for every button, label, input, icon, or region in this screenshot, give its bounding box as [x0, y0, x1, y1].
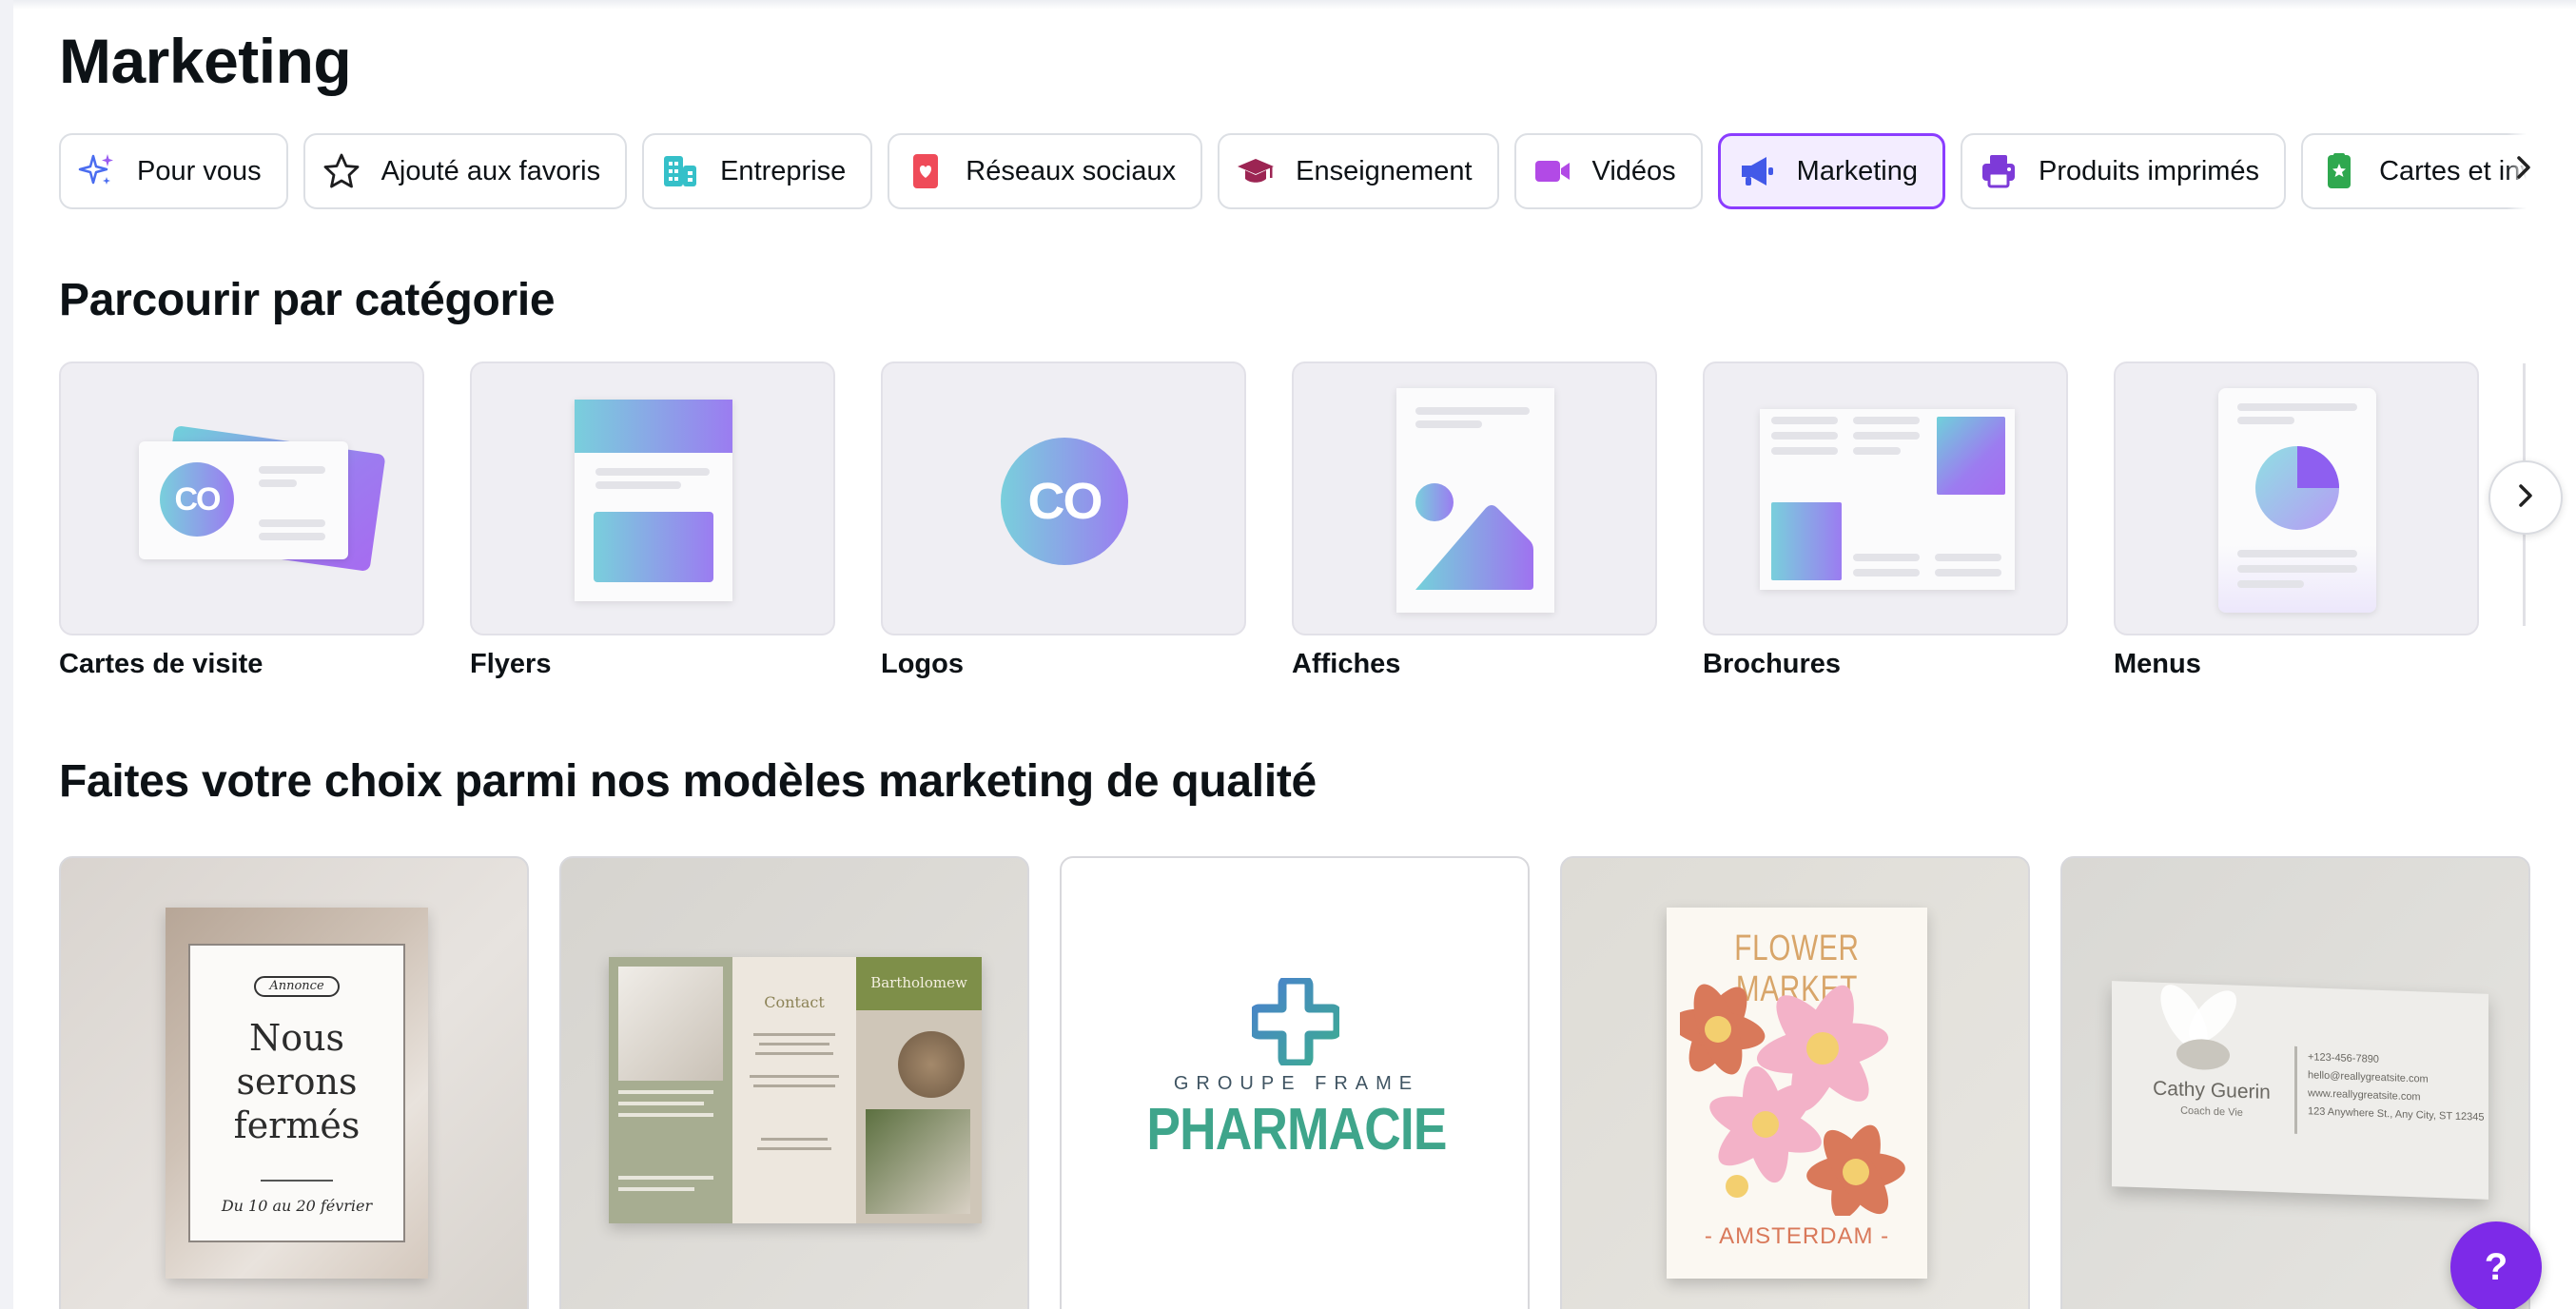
- logo-title: PHARMACIE: [1146, 1097, 1447, 1162]
- tabs-scroll-right-button[interactable]: [2507, 133, 2540, 209]
- medical-cross-icon: [1252, 978, 1339, 1065]
- tab-label: Réseaux sociaux: [966, 155, 1177, 186]
- card-name: Cathy Guerin: [2153, 1077, 2271, 1104]
- logo-mark: CO: [160, 462, 234, 537]
- category-label: Menus: [2114, 649, 2201, 679]
- tab-label: Vidéos: [1591, 155, 1676, 186]
- category-card-menus[interactable]: Menus: [2114, 361, 2479, 680]
- graduation-cap-icon: [1237, 152, 1275, 190]
- tab-cartes-invitations[interactable]: Cartes et invi: [2301, 133, 2532, 209]
- tab-reseaux-sociaux[interactable]: Réseaux sociaux: [888, 133, 1203, 209]
- category-thumbnail: [1703, 361, 2068, 635]
- category-label: Cartes de visite: [59, 649, 263, 679]
- star-icon: [322, 152, 361, 190]
- template-grid: Annonce Nous serons fermés Du 10 au 20 f…: [59, 856, 2532, 1309]
- leaf-logo-icon: [2160, 985, 2237, 1070]
- chevron-right-icon: [2516, 481, 2535, 515]
- category-label: Brochures: [1703, 649, 1842, 679]
- browse-section-title: Parcourir par catégorie: [59, 275, 556, 325]
- video-camera-icon: [1533, 152, 1571, 190]
- category-thumbnail: [1292, 361, 1657, 635]
- category-thumbnail: [470, 361, 835, 635]
- category-carousel: CO Cartes de visite Flyers CO Logos Affi…: [59, 361, 2532, 685]
- category-label: Affiches: [1292, 649, 1401, 679]
- category-label: Logos: [881, 649, 964, 679]
- tab-label: Enseignement: [1296, 155, 1473, 186]
- template-card[interactable]: Contact Bartholomew: [559, 856, 1029, 1309]
- sparkle-icon: [78, 152, 116, 190]
- card-role: Coach de Vie: [2180, 1104, 2243, 1119]
- printer-icon: [1980, 152, 2018, 190]
- tab-enseignement[interactable]: Enseignement: [1218, 133, 1499, 209]
- template-footer-text: Du 10 au 20 février: [221, 1197, 373, 1215]
- tab-favoris[interactable]: Ajouté aux favoris: [302, 133, 628, 209]
- tab-marketing[interactable]: Marketing: [1717, 133, 1945, 209]
- building-icon: [661, 152, 699, 190]
- tab-videos[interactable]: Vidéos: [1513, 133, 1703, 209]
- logo-subtitle: GROUPE FRAME: [1173, 1073, 1420, 1094]
- flower-illustration: [1680, 984, 1905, 1216]
- category-card-cartes-de-visite[interactable]: CO Cartes de visite: [59, 361, 424, 680]
- brochure-name: Bartholomew: [856, 957, 982, 1010]
- megaphone-icon: [1738, 152, 1776, 190]
- category-thumbnail: CO: [881, 361, 1246, 635]
- template-heading-line: serons: [236, 1061, 358, 1103]
- category-tabs: Pour vous Ajouté aux favoris Entreprise …: [59, 133, 2532, 209]
- category-thumbnail: CO: [59, 361, 424, 635]
- template-card[interactable]: FLOWER MARKET - AMSTERDAM -: [1560, 856, 2030, 1309]
- template-badge: Annonce: [254, 976, 340, 997]
- logo-mark: CO: [1001, 438, 1128, 565]
- category-card-flyers[interactable]: Flyers: [470, 361, 835, 680]
- poster-footer: - AMSTERDAM -: [1704, 1223, 1890, 1249]
- category-label: Flyers: [470, 649, 552, 679]
- category-carousel-next-button[interactable]: [2488, 460, 2563, 535]
- tab-pour-vous[interactable]: Pour vous: [59, 133, 288, 209]
- tab-label: Ajouté aux favoris: [381, 155, 601, 186]
- tab-entreprise[interactable]: Entreprise: [642, 133, 873, 209]
- left-panel-edge: [0, 0, 13, 1309]
- page-title: Marketing: [59, 26, 352, 96]
- category-card-brochures[interactable]: Brochures: [1703, 361, 2068, 680]
- chevron-right-icon: [2514, 153, 2533, 190]
- category-card-logos[interactable]: CO Logos: [881, 361, 1246, 680]
- category-card-affiches[interactable]: Affiches: [1292, 361, 1657, 680]
- template-heading-line: Nous: [248, 1017, 345, 1059]
- category-thumbnail: [2114, 361, 2479, 635]
- template-heading-line: fermés: [233, 1104, 361, 1146]
- tab-label: Pour vous: [137, 155, 262, 186]
- heart-card-icon: [907, 152, 945, 190]
- brochure-contact-title: Contact: [764, 993, 825, 1011]
- help-button[interactable]: ?: [2450, 1221, 2542, 1309]
- template-card[interactable]: Annonce Nous serons fermés Du 10 au 20 f…: [59, 856, 529, 1309]
- tab-label: Produits imprimés: [2039, 155, 2260, 186]
- tab-label: Marketing: [1796, 155, 1918, 186]
- card-icon: [2320, 152, 2358, 190]
- header-shadow: [13, 0, 2576, 10]
- tab-label: Entreprise: [720, 155, 847, 186]
- template-card[interactable]: GROUPE FRAME PHARMACIE: [1060, 856, 1530, 1309]
- templates-section-title: Faites votre choix parmi nos modèles mar…: [59, 756, 1317, 807]
- tab-produits-imprimes[interactable]: Produits imprimés: [1961, 133, 2287, 209]
